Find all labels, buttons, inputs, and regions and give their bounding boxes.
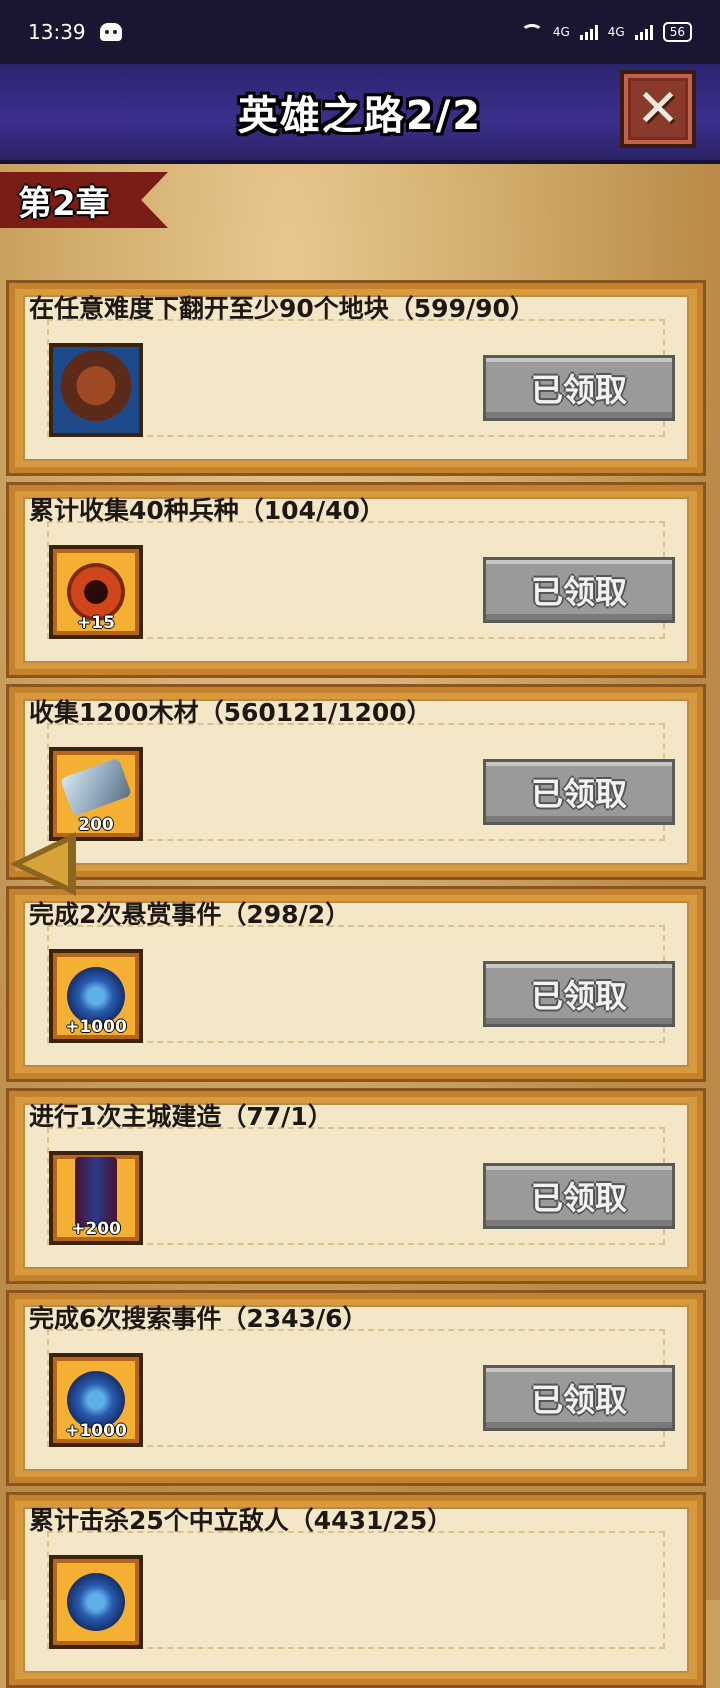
task-description: 完成6次搜索事件（2343/6） bbox=[29, 1304, 368, 1333]
claimed-button-label: 已领取 bbox=[530, 573, 627, 611]
task-description: 在任意难度下翻开至少90个地块（599/90） bbox=[29, 294, 535, 323]
chapter-label: 第2章 bbox=[18, 183, 110, 224]
claimed-button-label: 已领取 bbox=[530, 775, 627, 813]
claimed-button[interactable]: 已领取 bbox=[483, 355, 675, 421]
claimed-button[interactable]: 已领取 bbox=[483, 759, 675, 825]
reward-amount: 200 bbox=[78, 815, 114, 835]
page-title: 英雄之路2/2 bbox=[237, 93, 483, 139]
close-icon: ✕ bbox=[636, 79, 680, 139]
reward-slot[interactable]: +200 bbox=[49, 1151, 143, 1245]
task-card: 累计收集40种兵种（104/40） +15 已领取 bbox=[6, 482, 706, 678]
task-description: 累计收集40种兵种（104/40） bbox=[29, 496, 385, 525]
task-description: 收集1200木材（560121/1200） bbox=[29, 698, 432, 727]
iron-ingot-icon bbox=[60, 757, 132, 817]
scroll-icon bbox=[75, 1157, 117, 1227]
reward-slot[interactable] bbox=[49, 343, 143, 437]
close-button[interactable]: ✕ bbox=[620, 70, 696, 148]
network-label-2: 4G bbox=[607, 25, 625, 39]
claimed-button[interactable]: 已领取 bbox=[483, 961, 675, 1027]
task-card: 在任意难度下翻开至少90个地块（599/90） 已领取 bbox=[6, 280, 706, 476]
signal-icon-2 bbox=[634, 24, 653, 40]
reward-slot[interactable]: +1000 bbox=[49, 1353, 143, 1447]
minotaur-hero-icon bbox=[53, 347, 139, 433]
claimed-button-label: 已领取 bbox=[530, 1179, 627, 1217]
reward-icon bbox=[67, 1573, 125, 1631]
reward-amount: +1000 bbox=[65, 1017, 127, 1037]
claimed-button-label: 已领取 bbox=[530, 371, 627, 409]
signal-icon bbox=[579, 24, 598, 40]
reward-slot[interactable] bbox=[49, 1555, 143, 1649]
battery-icon: 56 bbox=[662, 22, 692, 42]
claimed-button[interactable]: 已领取 bbox=[483, 557, 675, 623]
notification-bot-icon bbox=[99, 23, 122, 41]
claimed-button-label: 已领取 bbox=[530, 1381, 627, 1419]
task-card: 累计击杀25个中立敌人（4431/25） bbox=[6, 1492, 706, 1688]
task-description: 累计击杀25个中立敌人（4431/25） bbox=[29, 1506, 453, 1535]
task-card: 完成6次搜索事件（2343/6） +1000 已领取 bbox=[6, 1290, 706, 1486]
claimed-button-label: 已领取 bbox=[530, 977, 627, 1015]
task-card: 收集1200木材（560121/1200） 200 已领取 bbox=[6, 684, 706, 880]
page-header: 英雄之路2/2 ✕ bbox=[0, 64, 720, 164]
task-description: 进行1次主城建造（77/1） bbox=[29, 1102, 333, 1131]
claimed-button[interactable]: 已领取 bbox=[483, 1365, 675, 1431]
task-card: 完成2次悬赏事件（298/2） +1000 已领取 bbox=[6, 886, 706, 1082]
reward-amount: +1000 bbox=[65, 1421, 127, 1441]
reward-slot[interactable]: 200 bbox=[49, 747, 143, 841]
network-label-1: 4G bbox=[552, 25, 570, 39]
status-bar: 13:39 4G 4G 56 bbox=[0, 0, 720, 64]
task-description: 完成2次悬赏事件（298/2） bbox=[29, 900, 351, 929]
task-card: 进行1次主城建造（77/1） +200 已领取 bbox=[6, 1088, 706, 1284]
reward-slot[interactable]: +15 bbox=[49, 545, 143, 639]
reward-slot[interactable]: +1000 bbox=[49, 949, 143, 1043]
reward-amount: +15 bbox=[77, 613, 115, 633]
claimed-button[interactable]: 已领取 bbox=[483, 1163, 675, 1229]
wifi-icon bbox=[520, 24, 543, 40]
reward-amount: +200 bbox=[71, 1219, 121, 1239]
status-time: 13:39 bbox=[28, 20, 86, 44]
